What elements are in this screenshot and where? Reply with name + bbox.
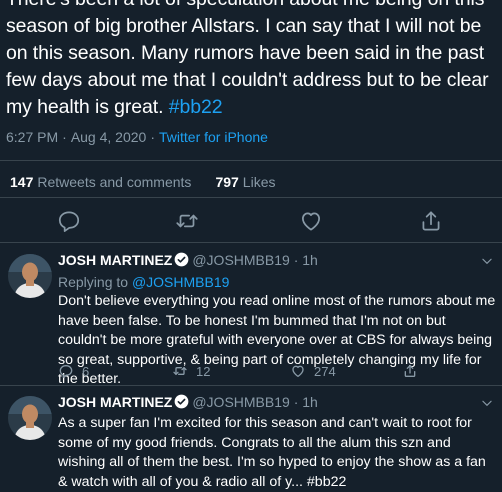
divider [0, 242, 502, 243]
reply-tweet[interactable]: JOSH MARTINEZ @JOSHMBB19 · 1h As a super … [0, 394, 502, 490]
retweet-button[interactable] [174, 208, 200, 234]
avatar-image [8, 396, 52, 440]
like-button[interactable]: 274 [290, 363, 336, 379]
avatar[interactable] [8, 254, 52, 298]
tweet-client-link[interactable]: Twitter for iPhone [159, 129, 268, 145]
chevron-down-icon[interactable] [480, 254, 494, 268]
replying-to: Replying to @JOSHMBB19 [58, 274, 230, 290]
tweet-date: Aug 4, 2020 [70, 129, 147, 145]
avatar[interactable] [8, 396, 52, 440]
reply-time[interactable]: 1h [302, 252, 318, 268]
reply-icon [59, 365, 73, 378]
handle[interactable]: @JOSHMBB19 [192, 394, 289, 410]
retweet-count: 12 [196, 363, 211, 379]
reply-time[interactable]: 1h [302, 394, 318, 410]
reply-button[interactable]: 6 [58, 363, 89, 379]
retweet-icon [173, 367, 187, 375]
reply-count: 6 [82, 363, 90, 379]
divider [0, 385, 502, 386]
reply-header: JOSH MARTINEZ @JOSHMBB19 · 1h [58, 252, 318, 268]
like-button[interactable] [298, 208, 324, 234]
divider [0, 160, 502, 161]
retweet-button[interactable]: 12 [172, 363, 210, 379]
tweet-text-line: on this season. Many rumors have been sa… [6, 42, 485, 64]
verified-icon [174, 394, 189, 409]
tweet-meta: 6:27 PM · Aug 4, 2020 · Twitter for iPhone [6, 129, 268, 145]
reply-icon [58, 211, 80, 232]
tweet-text-line: There's been a lot of speculation about … [6, 0, 500, 13]
like-icon [292, 365, 304, 377]
tweet-time: 6:27 PM [6, 129, 59, 145]
display-name[interactable]: JOSH MARTINEZ [58, 394, 172, 410]
reply-header: JOSH MARTINEZ @JOSHMBB19 · 1h [58, 394, 318, 410]
likes-stat[interactable]: 797 Likes [215, 174, 275, 190]
divider [0, 197, 502, 198]
share-button[interactable] [402, 363, 418, 379]
share-button[interactable] [418, 208, 444, 234]
share-icon [422, 211, 440, 231]
tweet-text-line: few days about me that I couldn't addres… [6, 69, 489, 91]
tweet-text-line: season of big brother Allstars. I can sa… [6, 15, 482, 37]
share-icon [404, 365, 416, 377]
hashtag-link[interactable]: #bb22 [169, 96, 223, 118]
handle[interactable]: @JOSHMBB19 [192, 252, 289, 268]
chevron-down-icon[interactable] [480, 396, 494, 410]
like-count: 274 [314, 363, 336, 379]
reply-tweet[interactable]: JOSH MARTINEZ @JOSHMBB19 · 1h Replying to… [0, 252, 502, 387]
tweet-stats: 147 Retweets and comments 797 Likes [10, 174, 275, 190]
like-icon [302, 212, 320, 231]
tweet-text: There's been a lot of speculation about … [6, 0, 500, 121]
display-name[interactable]: JOSH MARTINEZ [58, 252, 172, 268]
mention-link[interactable]: @JOSHMBB19 [132, 274, 229, 290]
verified-icon [174, 252, 189, 267]
reply-text: As a super fan I'm excited for this seas… [58, 415, 486, 490]
tweet-text-line: my health is great. #bb22 [6, 96, 223, 118]
reply-button[interactable] [56, 208, 82, 234]
avatar-image [8, 254, 52, 298]
retweet-icon [176, 214, 198, 228]
retweets-stat[interactable]: 147 Retweets and comments [10, 174, 191, 190]
reply-actions: 6 12 274 [58, 363, 478, 381]
